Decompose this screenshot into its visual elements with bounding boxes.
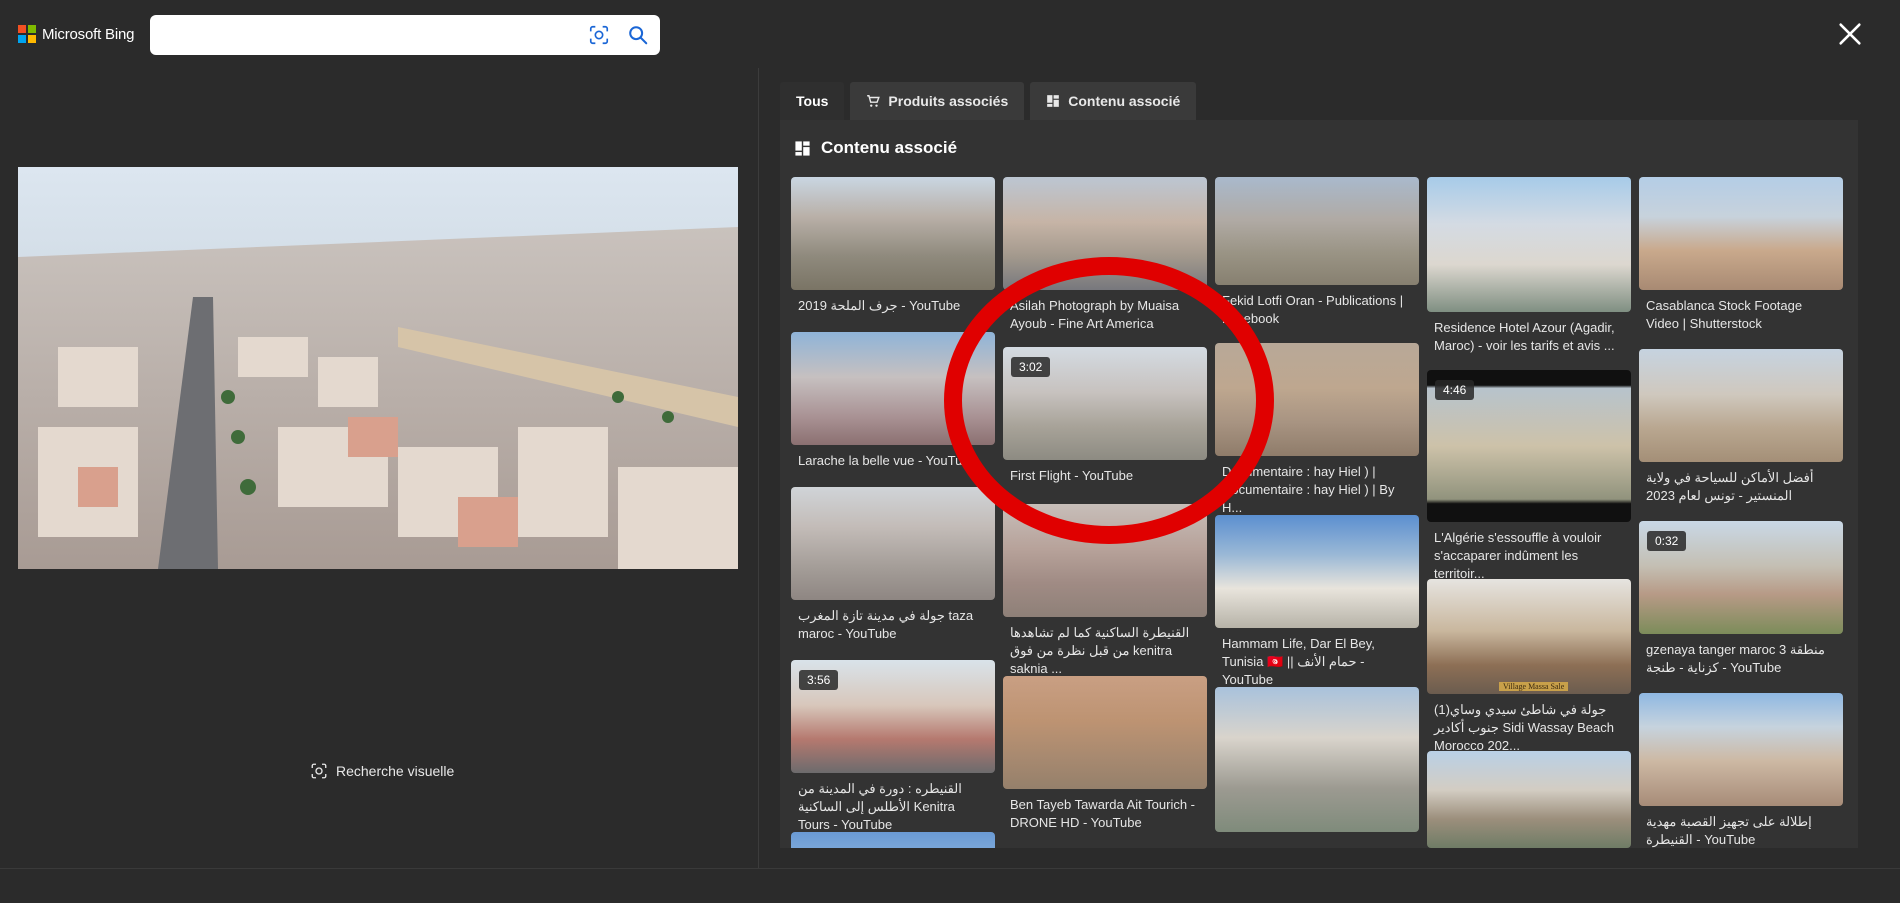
result-thumbnail (1215, 343, 1419, 456)
result-card[interactable]: القنيطرة الساكنية كما لم تشاهدها من قبل … (1003, 504, 1207, 678)
panel-title-text: Contenu associé (821, 138, 958, 157)
result-caption: القنيطره : دورة في المدينة من الأطلس إلى… (798, 781, 962, 832)
result-thumbnail (791, 332, 995, 445)
result-caption: Fekid Lotfi Oran - Publications | Facebo… (1222, 293, 1404, 326)
video-duration: 3:56 (799, 670, 839, 690)
search-box[interactable] (150, 15, 660, 55)
result-caption: First Flight - YouTube (1010, 468, 1134, 483)
result-caption: Documentaire : hay Hiel ) | Documentaire… (1222, 464, 1395, 515)
microsoft-logo-icon (18, 25, 36, 43)
result-thumbnail (1215, 687, 1419, 832)
tab-produits-associes[interactable]: Produits associés (850, 82, 1025, 120)
result-caption: القنيطرة الساكنية كما لم تشاهدها من قبل … (1010, 625, 1190, 676)
result-card[interactable]: Documentaire : hay Hiel ) | Documentaire… (1215, 343, 1419, 517)
sign-text: Village Massa Sale (1499, 682, 1569, 691)
result-caption: Residence Hotel Azour (Agadir, Maroc) - … (1434, 320, 1615, 353)
result-caption: Larache la belle vue - YouTube (798, 453, 977, 468)
visual-search-label: Recherche visuelle (336, 763, 455, 779)
panel-title: Contenu associé (794, 138, 957, 158)
top-bar: Microsoft Bing (0, 0, 1900, 68)
result-card[interactable] (1215, 687, 1419, 832)
result-card[interactable]: Village Massa Sale جولة في شاطئ سيدي وسا… (1427, 579, 1631, 755)
tab-label: Produits associés (888, 93, 1009, 109)
result-thumbnail (1003, 177, 1207, 290)
visual-search-icon (311, 763, 327, 779)
video-duration: 4:46 (1435, 380, 1475, 400)
result-caption: Hammam Life, Dar El Bey, Tunisia 🇹🇳 || ح… (1222, 636, 1375, 687)
visual-search-button[interactable]: Recherche visuelle (310, 762, 454, 780)
result-thumbnail (1639, 693, 1843, 806)
bottom-bar (0, 868, 1900, 903)
result-thumbnail: 0:32 (1639, 521, 1843, 634)
result-thumbnail (791, 487, 995, 600)
result-caption: أفضل الأماكن للسياحة في ولاية المنستير -… (1646, 470, 1814, 503)
result-caption: جرف الملحة 2019 - YouTube (798, 298, 961, 313)
result-card[interactable]: جرف الملحة 2019 - YouTube (791, 177, 995, 315)
main-image[interactable] (18, 167, 738, 569)
tab-label: Tous (796, 93, 829, 109)
result-card[interactable]: Hammam Life, Dar El Bey, Tunisia 🇹🇳 || ح… (1215, 515, 1419, 689)
result-caption: جولة في مدينة تازة المغرب taza maroc - Y… (798, 608, 974, 641)
result-card[interactable]: 4:46 L'Algérie s'essouffle à vouloir s'a… (1427, 370, 1631, 583)
result-thumbnail (1639, 349, 1843, 462)
search-icon[interactable] (627, 24, 649, 46)
cart-icon (867, 95, 881, 107)
tab-tous[interactable]: Tous (780, 82, 845, 120)
result-card[interactable]: 3:56 القنيطره : دورة في المدينة من الأطل… (791, 660, 995, 834)
grid-icon (795, 140, 810, 156)
result-thumbnail: 3:02 (1003, 347, 1207, 460)
result-thumbnail: Village Massa Sale (1427, 579, 1631, 694)
result-card[interactable] (791, 832, 995, 848)
video-duration: 3:02 (1011, 357, 1051, 377)
close-icon[interactable] (1836, 20, 1864, 48)
result-thumbnail (1003, 504, 1207, 617)
result-thumbnail (1003, 676, 1207, 789)
result-card[interactable]: Ben Tayeb Tawarda Ait Tourich - DRONE HD… (1003, 676, 1207, 832)
result-thumbnail: 3:56 (791, 660, 995, 773)
tab-contenu-associe[interactable]: Contenu associé (1030, 82, 1197, 120)
video-duration: 0:32 (1647, 531, 1687, 551)
result-thumbnail (1639, 177, 1843, 290)
logo-text: Microsoft Bing (42, 25, 135, 43)
result-caption: Ben Tayeb Tawarda Ait Tourich - DRONE HD… (1010, 797, 1196, 830)
result-card[interactable] (1427, 751, 1631, 848)
result-card[interactable]: Fekid Lotfi Oran - Publications | Facebo… (1215, 177, 1419, 328)
result-thumbnail: 4:46 (1427, 370, 1631, 522)
related-content-panel: Contenu associé جرف الملحة 2019 - YouTub… (780, 120, 1858, 848)
result-caption: L'Algérie s'essouffle à vouloir s'accapa… (1434, 530, 1602, 581)
result-caption: gzenaya tanger maroc 3 منطقة كزناية - طن… (1646, 642, 1825, 675)
result-card[interactable]: 0:32 gzenaya tanger maroc 3 منطقة كزناية… (1639, 521, 1843, 677)
result-card[interactable]: Casablanca Stock Footage Video | Shutter… (1639, 177, 1843, 333)
visual-search-icon[interactable] (588, 24, 610, 46)
result-thumbnail (1427, 751, 1631, 848)
result-card[interactable]: أفضل الأماكن للسياحة في ولاية المنستير -… (1639, 349, 1843, 505)
result-thumbnail (1427, 177, 1631, 312)
result-caption: إطلالة على تجهيز القصبة مهدية القنيطرة -… (1646, 814, 1812, 847)
result-thumbnail (791, 832, 995, 848)
pane-divider (758, 68, 759, 868)
result-card[interactable]: جولة في مدينة تازة المغرب taza maroc - Y… (791, 487, 995, 643)
result-card[interactable]: إطلالة على تجهيز القصبة مهدية القنيطرة -… (1639, 693, 1843, 848)
search-input[interactable] (162, 23, 562, 47)
result-caption: جولة في شاطئ سيدي وساي(1) جنوب أكادير Si… (1434, 702, 1614, 753)
result-caption: Asilah Photograph by Muaisa Ayoub - Fine… (1010, 298, 1180, 331)
grid-icon (1047, 95, 1060, 107)
result-card[interactable]: Asilah Photograph by Muaisa Ayoub - Fine… (1003, 177, 1207, 333)
result-thumbnail (1215, 515, 1419, 628)
tab-label: Contenu associé (1068, 93, 1181, 109)
result-card[interactable]: 3:02 First Flight - YouTube (1003, 347, 1207, 485)
result-card[interactable]: Larache la belle vue - YouTube (791, 332, 995, 470)
tab-bar: Tous Produits associés Contenu associé (780, 82, 1197, 120)
result-thumbnail (1215, 177, 1419, 285)
bing-logo[interactable]: Microsoft Bing (18, 25, 134, 43)
result-thumbnail (791, 177, 995, 290)
result-caption: Casablanca Stock Footage Video | Shutter… (1646, 298, 1803, 331)
result-card[interactable]: Residence Hotel Azour (Agadir, Maroc) - … (1427, 177, 1631, 355)
